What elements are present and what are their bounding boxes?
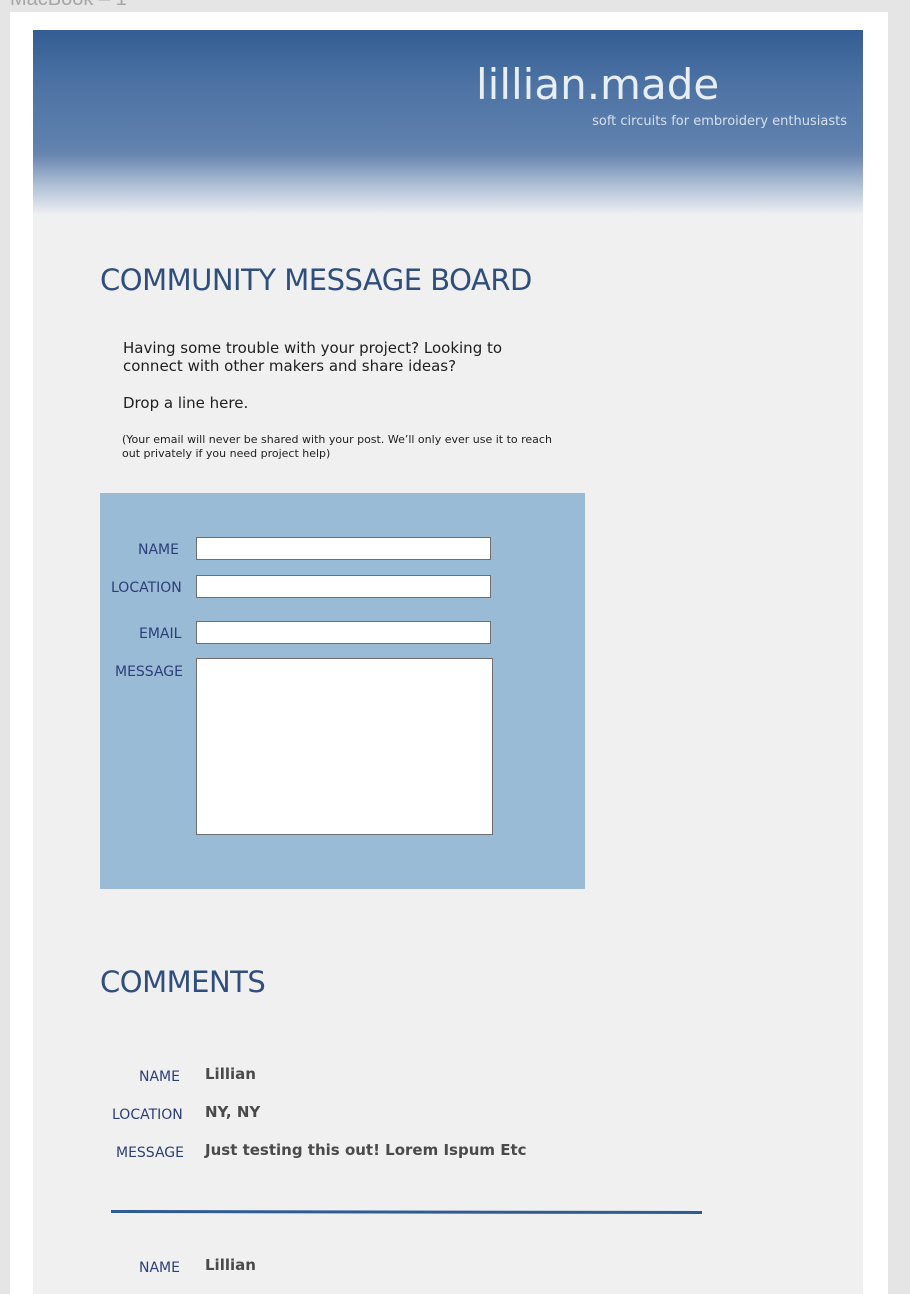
comment-location: NY, NY <box>205 1103 261 1121</box>
message-field-label: MESSAGE <box>115 664 183 680</box>
comment-location-label: LOCATION <box>112 1107 183 1123</box>
message-textarea[interactable] <box>196 658 493 835</box>
site-title[interactable]: lillian.made <box>476 60 719 109</box>
email-input[interactable] <box>196 621 491 644</box>
comment-name: Lillian <box>205 1065 256 1083</box>
comment-message-label: MESSAGE <box>116 1145 184 1161</box>
comment-name: Lillian <box>205 1256 256 1274</box>
comment-name-label: NAME <box>139 1260 180 1276</box>
page: lillian.made soft circuits for embroider… <box>33 30 863 1294</box>
email-field-label: EMAIL <box>139 626 182 642</box>
call-to-action-text: Drop a line here. <box>123 394 249 412</box>
location-field-label: LOCATION <box>111 580 182 596</box>
location-input[interactable] <box>196 575 491 598</box>
message-board-heading: COMMUNITY MESSAGE BOARD <box>100 263 532 297</box>
name-input[interactable] <box>196 537 491 560</box>
comment-name-label: NAME <box>139 1069 180 1085</box>
comments-heading: COMMENTS <box>100 965 266 999</box>
comment-divider <box>110 1210 703 1215</box>
site-tagline: soft circuits for embroidery enthusiasts <box>592 114 847 129</box>
site-header: lillian.made soft circuits for embroider… <box>33 30 863 215</box>
comment-message: Just testing this out! Lorem Ispum Etc <box>205 1141 527 1159</box>
name-field-label: NAME <box>138 542 179 558</box>
message-form: NAME LOCATION EMAIL MESSAGE <box>100 493 585 889</box>
intro-text: Having some trouble with your project? L… <box>123 339 503 375</box>
artboard-label: MacBook – 1 <box>10 0 127 11</box>
privacy-disclaimer: (Your email will never be shared with yo… <box>122 433 552 460</box>
